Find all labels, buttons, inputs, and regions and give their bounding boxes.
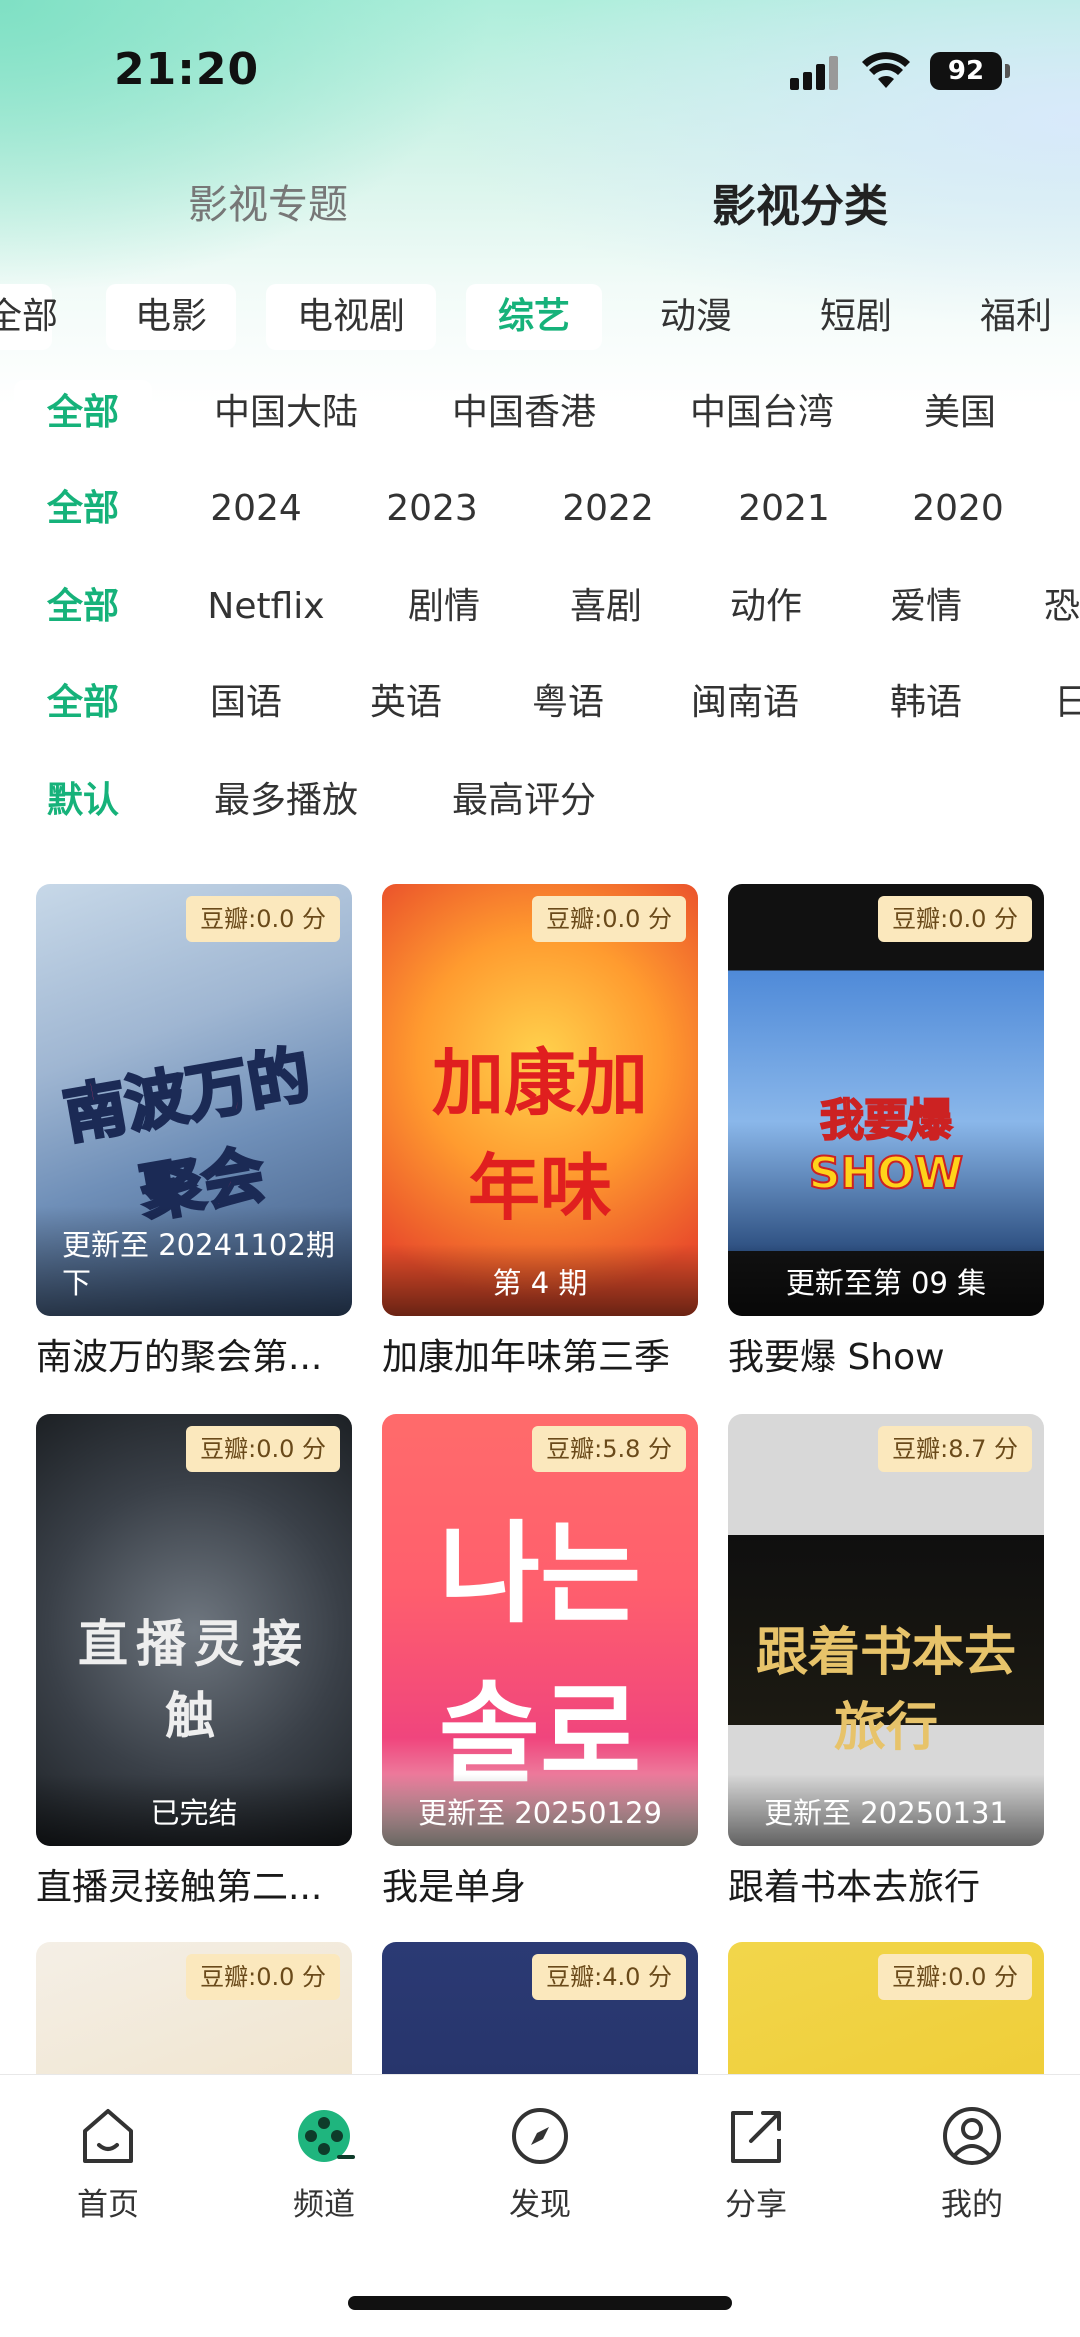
cellular-signal-icon bbox=[790, 56, 842, 90]
card-title[interactable]: 我要爆 Show bbox=[728, 1328, 1068, 1380]
battery-indicator: 92 bbox=[930, 52, 1010, 90]
filter-lang-mandarin[interactable]: 国语 bbox=[186, 670, 306, 736]
rating-badge: 豆瓣:0.0 分 bbox=[878, 896, 1032, 942]
nav-label: 首页 bbox=[77, 2187, 139, 2223]
filter-year-2024[interactable]: 2024 bbox=[196, 476, 316, 542]
compass-icon bbox=[512, 2108, 568, 2164]
nav-channel[interactable]: 频道 bbox=[254, 2105, 394, 2224]
filter-type-anime[interactable]: 动漫 bbox=[636, 284, 756, 350]
filter-row-language: 全部 国语 英语 粤语 闽南语 韩语 日 bbox=[0, 670, 1080, 740]
nav-label: 我的 bbox=[941, 2187, 1003, 2223]
home-icon bbox=[83, 2109, 133, 2163]
nav-label: 频道 bbox=[293, 2187, 355, 2223]
filter-region-mainland[interactable]: 中国大陆 bbox=[196, 380, 376, 446]
poster-image[interactable]: 直播灵接触 豆瓣:0.0 分 已完结 bbox=[36, 1414, 352, 1846]
filter-region-all[interactable]: 全部 bbox=[14, 380, 152, 446]
nav-profile[interactable]: 我的 bbox=[902, 2105, 1042, 2224]
status-time: 21:20 bbox=[114, 44, 260, 95]
nav-label: 发现 bbox=[509, 2187, 571, 2223]
filter-lang-minnan[interactable]: 闽南语 bbox=[670, 670, 820, 736]
rating-badge: 豆瓣:8.7 分 bbox=[878, 1426, 1032, 1472]
rating-badge: 豆瓣:4.0 分 bbox=[532, 1954, 686, 2000]
poster-image[interactable]: 나는솔로 豆瓣:5.8 分 更新至 20250129 bbox=[382, 1414, 698, 1846]
filter-lang-english[interactable]: 英语 bbox=[346, 670, 466, 736]
home-indicator[interactable] bbox=[348, 2296, 732, 2310]
film-reel-icon bbox=[298, 2110, 355, 2162]
sort-top-rated[interactable]: 最高评分 bbox=[434, 768, 614, 834]
filter-type-movie[interactable]: 电影 bbox=[106, 284, 236, 350]
filter-region-usa[interactable]: 美国 bbox=[900, 380, 1020, 446]
filter-year-2023[interactable]: 2023 bbox=[372, 476, 492, 542]
nav-share[interactable]: 分享 bbox=[686, 2105, 826, 2224]
poster-image[interactable]: 加康加年味 豆瓣:0.0 分 第 4 期 bbox=[382, 884, 698, 1316]
filter-row-region: 全部 中国大陆 中国香港 中国台湾 美国 bbox=[0, 380, 1080, 450]
filter-lang-japanese[interactable]: 日 bbox=[1054, 670, 1080, 736]
rating-badge: 豆瓣:0.0 分 bbox=[878, 1954, 1032, 2000]
sort-default[interactable]: 默认 bbox=[14, 768, 152, 834]
filter-year-all[interactable]: 全部 bbox=[14, 476, 152, 542]
poster-title-art: 直播灵接触 bbox=[78, 1615, 310, 1745]
filter-genre-comedy[interactable]: 喜剧 bbox=[546, 574, 666, 640]
status-bar: 21:20 92 bbox=[0, 0, 1080, 140]
poster-image[interactable]: 南波万的聚会 豆瓣:0.0 分 更新至 20241102期下 bbox=[36, 884, 352, 1316]
filter-type-variety[interactable]: 综艺 bbox=[466, 284, 602, 350]
filter-genre-netflix[interactable]: Netflix bbox=[196, 574, 336, 640]
poster-image[interactable]: 跟着书本去旅行 豆瓣:8.7 分 更新至 20250131 bbox=[728, 1414, 1044, 1846]
rating-badge: 豆瓣:0.0 分 bbox=[532, 896, 686, 942]
filter-region-hongkong[interactable]: 中国香港 bbox=[434, 380, 614, 446]
update-status: 更新至第 09 集 bbox=[728, 1244, 1044, 1316]
filter-row-genre: 全部 Netflix 剧情 喜剧 动作 爱情 恐 bbox=[0, 574, 1080, 644]
filter-region-taiwan[interactable]: 中国台湾 bbox=[672, 380, 852, 446]
rating-badge: 豆瓣:0.0 分 bbox=[186, 1426, 340, 1472]
filter-year-2020[interactable]: 2020 bbox=[898, 476, 1018, 542]
update-status: 更新至 20250129 bbox=[382, 1774, 698, 1846]
poster-title-art: 跟着书本去旅行 bbox=[755, 1623, 1016, 1758]
poster-title-art: 나는솔로 bbox=[438, 1510, 642, 1798]
nav-home[interactable]: 首页 bbox=[38, 2105, 178, 2224]
filter-genre-romance[interactable]: 爱情 bbox=[866, 574, 986, 640]
share-icon bbox=[731, 2111, 781, 2163]
filter-genre-drama[interactable]: 剧情 bbox=[384, 574, 504, 640]
poster-image[interactable]: 我要爆SHOW 豆瓣:0.0 分 更新至第 09 集 bbox=[728, 884, 1044, 1316]
filter-type-welfare[interactable]: 福利 bbox=[956, 284, 1076, 350]
filter-genre-horror[interactable]: 恐 bbox=[1044, 574, 1080, 640]
rating-badge: 豆瓣:0.0 分 bbox=[186, 1954, 340, 2000]
filter-type-all[interactable]: 全部 bbox=[0, 284, 58, 350]
card-title[interactable]: 南波万的聚会第... bbox=[36, 1328, 376, 1380]
rating-badge: 豆瓣:0.0 分 bbox=[186, 896, 340, 942]
tab-topics[interactable]: 影视专题 bbox=[188, 172, 348, 230]
filter-row-type: 全部 电影 电视剧 综艺 动漫 短剧 福利 bbox=[0, 284, 1080, 354]
card-title[interactable]: 我是单身 bbox=[382, 1858, 722, 1910]
filter-lang-all[interactable]: 全部 bbox=[14, 670, 152, 736]
filter-type-short[interactable]: 短剧 bbox=[796, 284, 916, 350]
filter-type-tv[interactable]: 电视剧 bbox=[266, 284, 436, 350]
profile-icon bbox=[943, 2107, 1001, 2165]
update-status: 更新至 20241102期下 bbox=[36, 1206, 352, 1316]
filter-year-2022[interactable]: 2022 bbox=[548, 476, 668, 542]
card-title[interactable]: 加康加年味第三季 bbox=[382, 1328, 722, 1380]
poster-title-art: 我要爆SHOW bbox=[808, 1094, 964, 1200]
sort-most-played[interactable]: 最多播放 bbox=[196, 768, 376, 834]
filter-lang-cantonese[interactable]: 粤语 bbox=[508, 670, 628, 736]
update-status: 已完结 bbox=[36, 1774, 352, 1846]
card-title[interactable]: 直播灵接触第二... bbox=[36, 1858, 376, 1910]
update-status: 第 4 期 bbox=[382, 1244, 698, 1316]
filter-row-sort: 默认 最多播放 最高评分 bbox=[0, 768, 1080, 838]
tab-categories[interactable]: 影视分类 bbox=[712, 170, 888, 234]
filter-year-2021[interactable]: 2021 bbox=[724, 476, 844, 542]
filter-genre-action[interactable]: 动作 bbox=[706, 574, 826, 640]
wifi-icon bbox=[862, 52, 910, 88]
card-title[interactable]: 跟着书本去旅行 bbox=[728, 1858, 1068, 1910]
filter-row-year: 全部 2024 2023 2022 2021 2020 bbox=[0, 476, 1080, 546]
rating-badge: 豆瓣:5.8 分 bbox=[532, 1426, 686, 1472]
update-status: 更新至 20250131 bbox=[728, 1774, 1044, 1846]
nav-label: 分享 bbox=[725, 2187, 787, 2223]
poster-title-art: 加康加年味 bbox=[431, 1041, 648, 1230]
filter-lang-korean[interactable]: 韩语 bbox=[866, 670, 986, 736]
filter-genre-all[interactable]: 全部 bbox=[14, 574, 152, 640]
nav-discover[interactable]: 发现 bbox=[470, 2105, 610, 2224]
